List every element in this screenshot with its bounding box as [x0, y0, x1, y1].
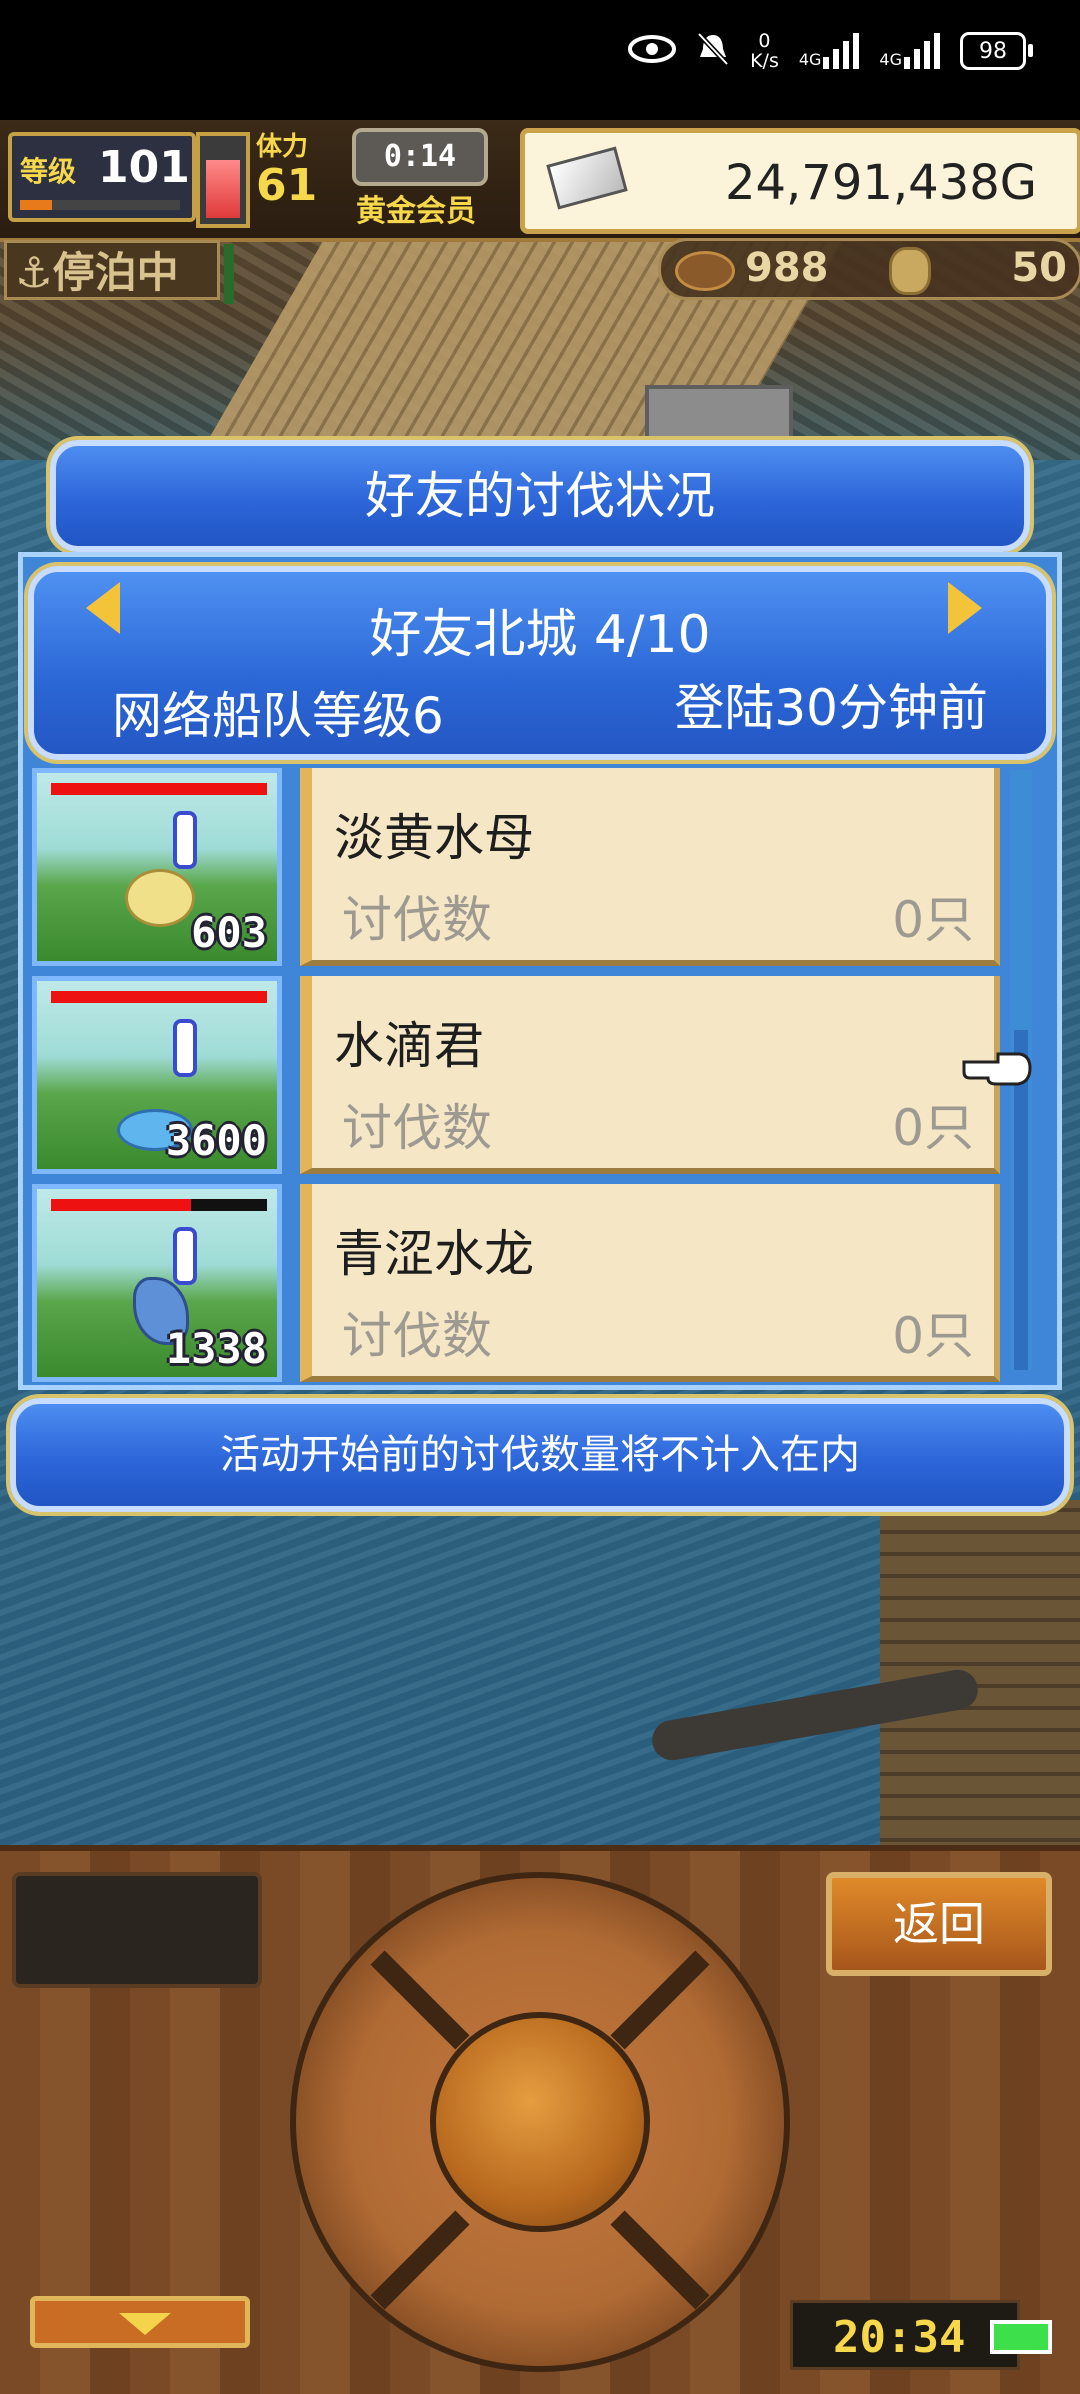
last-login: 登陆30分钟前 — [674, 679, 988, 737]
status-clock: 20:34 — [164, 28, 285, 74]
monster-name: 水滴君 — [334, 1017, 484, 1075]
monster-row[interactable]: 603 淡黄水母 讨伐数 0只 — [32, 768, 1002, 966]
resource-bar: 988 50 — [658, 238, 1080, 300]
game-battery-icon — [990, 2320, 1052, 2354]
eye-icon — [628, 34, 677, 68]
monster-hp-bar — [51, 1199, 267, 1211]
menu-down-button[interactable] — [30, 2296, 250, 2348]
monster-hp-bar — [51, 991, 267, 1003]
pointing-hand-icon — [962, 1052, 1032, 1086]
fleet-level: 网络船队等级6 — [112, 687, 444, 745]
monster-hp-bar — [51, 783, 267, 795]
level-display: 等级 101 — [8, 132, 196, 222]
dpad-center-button[interactable] — [430, 2012, 650, 2232]
signal-bars-icon — [823, 33, 860, 69]
panel-title: 好友的讨伐状况 — [365, 467, 715, 525]
alert-icon — [173, 811, 197, 869]
medal-icon — [889, 247, 931, 295]
stamina-gauge — [196, 132, 250, 228]
money-display: 24,791,438G — [520, 128, 1080, 234]
monster-info: 淡黄水母 讨伐数 0只 — [300, 768, 1000, 966]
monster-thumbnail: 603 — [32, 768, 282, 966]
monster-thumbnail: 1338 — [32, 1184, 282, 1382]
defeat-count: 0只 — [892, 1307, 974, 1365]
stamina-timer: 0:14 — [352, 128, 488, 186]
carrier-info: 中国移动 中国电信 — [62, 18, 154, 86]
defeat-count: 0只 — [892, 891, 974, 949]
arrow-down-icon — [119, 2313, 171, 2335]
defeat-count-label: 讨伐数 — [342, 891, 492, 949]
monster-thumbnail: 3600 — [32, 976, 282, 1174]
status-icons: 0 K/s 4G 4G 98 — [628, 26, 1033, 76]
carrier-2: 中国电信 — [62, 57, 154, 81]
monster-row[interactable]: 1338 青涩水龙 讨伐数 0只 — [32, 1184, 1002, 1382]
next-friend-arrow-icon[interactable] — [948, 582, 982, 634]
silver-bar-icon — [546, 146, 628, 210]
alert-icon — [173, 1227, 197, 1285]
net-speed: 0 K/s — [750, 30, 779, 72]
anchor-icon: ⚓ — [15, 248, 53, 297]
carrier-1: 中国移动 — [62, 23, 154, 47]
game-clock: 20:34 — [790, 2300, 1020, 2370]
exp-bar — [20, 200, 180, 210]
monster-info: 青涩水龙 讨伐数 0只 — [300, 1184, 1000, 1382]
monster-info: 水滴君 讨伐数 0只 — [300, 976, 1000, 1174]
money-value: 24,791,438G — [724, 155, 1037, 211]
battery-icon: 98 — [960, 32, 1033, 70]
stamina-value: 61 — [256, 160, 318, 211]
monster-row[interactable]: 3600 水滴君 讨伐数 0只 — [32, 976, 1002, 1174]
monster-number: 1338 — [165, 1324, 267, 1373]
signal-2: 4G — [879, 33, 940, 69]
info-slot — [12, 1872, 262, 1988]
resource-2-value: 50 — [1011, 245, 1067, 291]
signal-1: 4G — [799, 33, 860, 69]
monster-number: 3600 — [165, 1116, 267, 1165]
monster-name: 淡黄水母 — [334, 809, 534, 867]
member-badge: 黄金会员 — [356, 194, 476, 229]
defeat-count-label: 讨伐数 — [342, 1099, 492, 1157]
defeat-count: 0只 — [892, 1099, 974, 1157]
jellyfish-icon — [125, 869, 195, 927]
friend-name: 好友北城 4/10 — [369, 605, 711, 665]
monster-name: 青涩水龙 — [334, 1225, 534, 1283]
monster-number: 603 — [191, 908, 267, 957]
resource-1-value: 988 — [745, 245, 829, 291]
back-button[interactable]: 返回 — [826, 1872, 1052, 1976]
prev-friend-arrow-icon[interactable] — [86, 582, 120, 634]
food-icon — [675, 251, 735, 291]
stamina-label: 体力 — [256, 132, 309, 162]
anchor-status: ⚓停泊中 — [4, 240, 220, 300]
alert-icon — [173, 1019, 197, 1077]
signal-bars-icon — [904, 33, 940, 69]
notice-text: 活动开始前的讨伐数量将不计入在内 — [220, 1432, 860, 1478]
mute-bell-icon — [696, 31, 730, 71]
anchor-meter — [224, 244, 234, 304]
defeat-count-label: 讨伐数 — [342, 1307, 492, 1365]
